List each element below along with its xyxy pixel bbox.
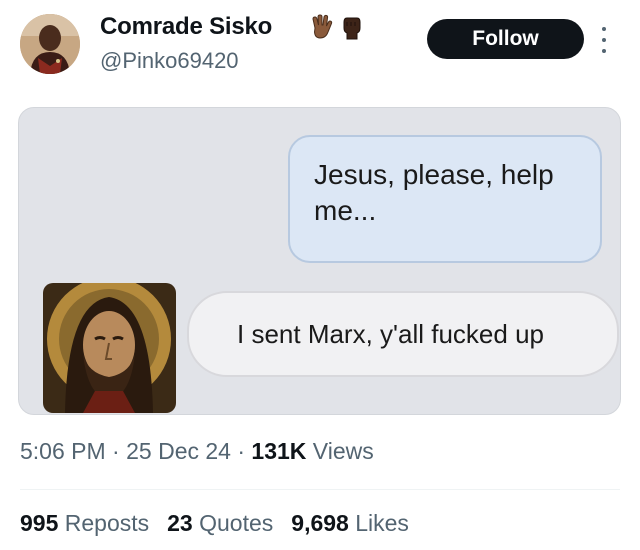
jesus-icon-portrait [43, 283, 176, 413]
received-message-bubble: I sent Marx, y'all fucked up [187, 291, 619, 377]
likes-count: 9,698 [291, 510, 349, 536]
reposts-label: Reposts [64, 510, 150, 536]
meta-separator: · [237, 438, 246, 464]
tweet-media-image[interactable]: Jesus, please, help me... I sent Marx, y… [18, 107, 621, 415]
engagement-stats: 995 Reposts 23 Quotes 9,698 Likes [20, 510, 409, 537]
raised-fist-icon [343, 17, 361, 40]
avatar-image [20, 14, 80, 74]
meta-separator: · [112, 438, 120, 464]
display-name[interactable]: Comrade Sisko [100, 13, 272, 41]
more-dot [602, 27, 606, 31]
avatar[interactable] [20, 14, 80, 74]
sent-message-bubble: Jesus, please, help me... [288, 135, 602, 263]
views-label: Views [312, 438, 374, 464]
quotes-count: 23 [167, 510, 193, 536]
more-options-icon[interactable] [601, 27, 607, 53]
likes-label: Likes [355, 510, 409, 536]
tweet-meta: 5:06 PM · 25 Dec 24 · 131K Views [20, 438, 374, 465]
follow-button[interactable]: Follow [427, 19, 584, 59]
reposts-count: 995 [20, 510, 59, 536]
user-handle[interactable]: @Pinko69420 [100, 48, 239, 74]
views-count: 131K [251, 438, 307, 464]
more-dot [602, 38, 606, 42]
quotes-stat[interactable]: 23 Quotes [167, 510, 273, 537]
tweet-date[interactable]: 25 Dec 24 [126, 438, 231, 464]
vulcan-salute-icon [312, 14, 333, 39]
quotes-label: Quotes [199, 510, 274, 536]
tweet-time[interactable]: 5:06 PM [20, 438, 106, 464]
reposts-stat[interactable]: 995 Reposts [20, 510, 149, 537]
divider [20, 489, 620, 490]
name-emojis [310, 14, 364, 40]
likes-stat[interactable]: 9,698 Likes [291, 510, 409, 537]
more-dot [602, 49, 606, 53]
